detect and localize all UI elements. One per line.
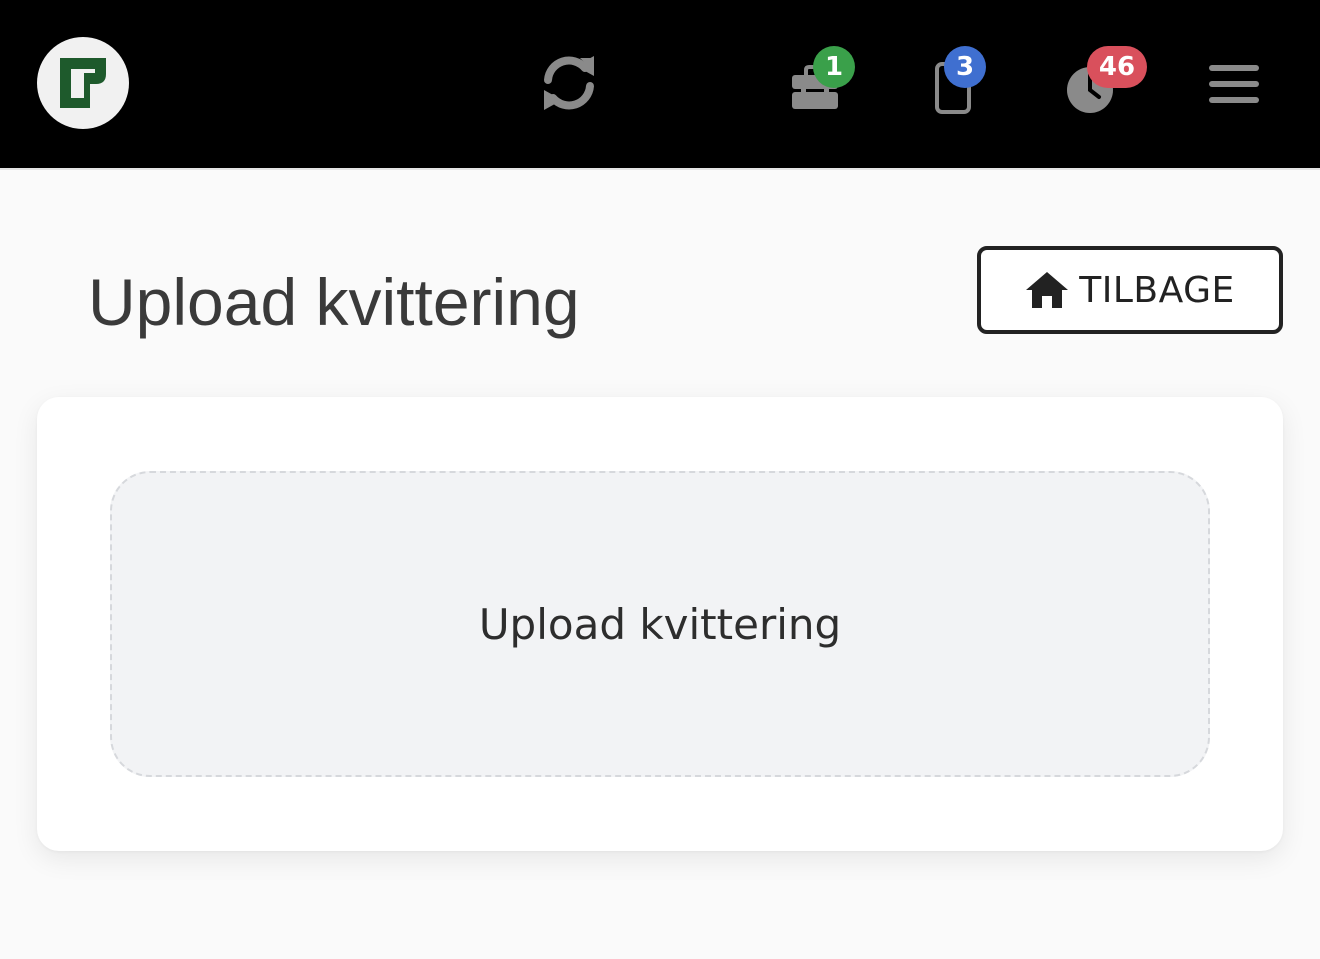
clock-count-badge: 46: [1087, 46, 1147, 88]
home-icon: [1026, 272, 1069, 308]
sync-button[interactable]: [536, 50, 602, 116]
hamburger-menu-icon: [1209, 65, 1259, 103]
phone-count-badge: 3: [944, 46, 986, 88]
back-button[interactable]: TILBAGE: [977, 246, 1283, 334]
page-title: Upload kvittering: [88, 265, 580, 339]
top-navigation-bar: 1 3 46: [0, 0, 1320, 168]
dropzone-label: Upload kvittering: [478, 599, 842, 649]
menu-button[interactable]: [1204, 56, 1264, 112]
logo-icon: [60, 58, 106, 108]
header-divider: [0, 168, 1320, 170]
sync-icon: [544, 56, 594, 110]
app-logo[interactable]: [37, 37, 129, 129]
toolbox-count-badge: 1: [813, 46, 855, 88]
back-button-label: TILBAGE: [1079, 269, 1235, 311]
receipt-upload-dropzone[interactable]: Upload kvittering: [110, 471, 1210, 777]
